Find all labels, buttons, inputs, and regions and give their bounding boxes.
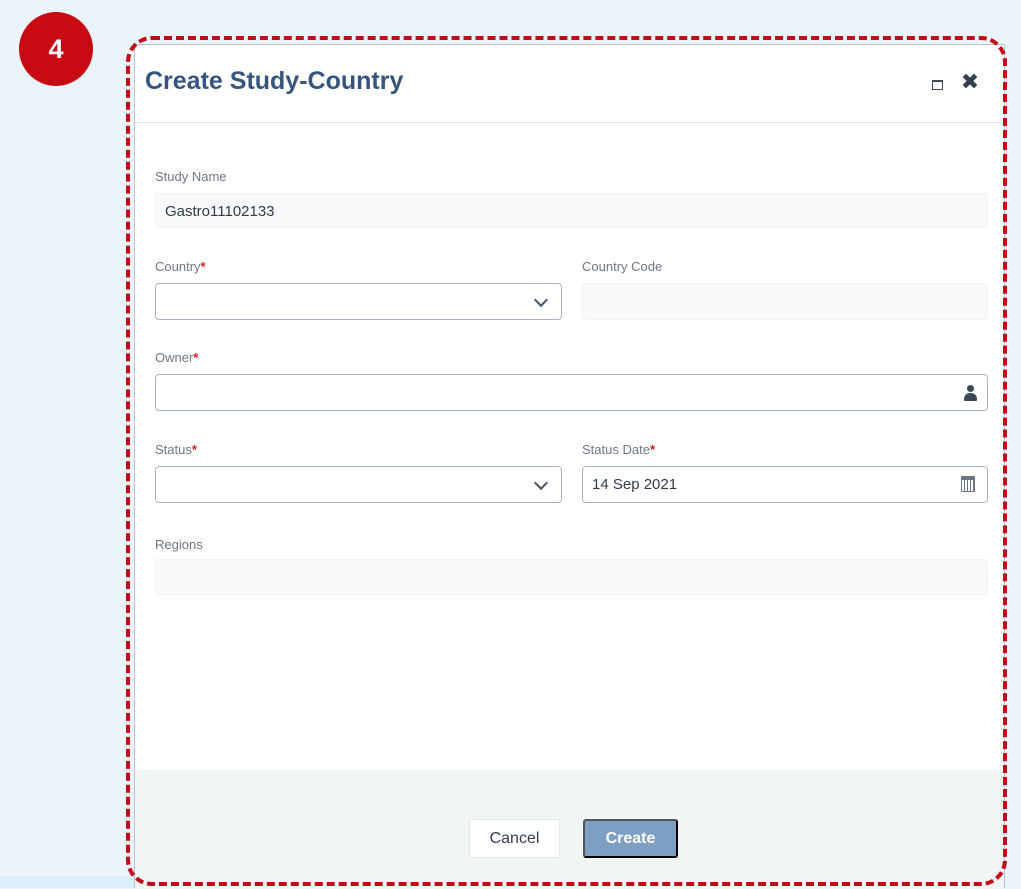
regions-label: Regions <box>155 537 203 552</box>
dialog-header: Create Study-Country ✖ <box>135 45 1004 123</box>
country-select[interactable] <box>155 283 562 320</box>
page-background-strip <box>0 876 140 888</box>
create-study-country-dialog: Create Study-Country ✖ Study Name Gastro… <box>134 44 1005 889</box>
status-date-required-mark: * <box>649 442 655 457</box>
owner-input[interactable] <box>155 374 988 411</box>
owner-label: Owner* <box>155 350 199 365</box>
status-select[interactable] <box>155 466 562 503</box>
country-code-label: Country Code <box>582 259 663 274</box>
regions-field <box>155 559 988 595</box>
status-date-value: 14 Sep 2021 <box>592 476 678 493</box>
person-icon[interactable] <box>964 385 977 402</box>
status-date-label: Status Date* <box>582 442 655 457</box>
status-required-mark: * <box>191 442 197 457</box>
cancel-button[interactable]: Cancel <box>469 819 560 858</box>
country-required-mark: * <box>200 259 206 274</box>
step-number-badge: 4 <box>19 12 93 86</box>
status-label: Status* <box>155 442 197 457</box>
country-code-field <box>582 283 988 320</box>
dialog-title: Create Study-Country <box>145 67 404 95</box>
study-name-value: Gastro11102133 <box>165 203 275 220</box>
country-label: Country* <box>155 259 206 274</box>
chevron-down-icon <box>533 292 549 308</box>
owner-required-mark: * <box>193 350 199 365</box>
person-head-shape <box>967 385 974 392</box>
chevron-down-icon <box>533 475 549 491</box>
calendar-icon[interactable] <box>961 476 975 492</box>
create-button[interactable]: Create <box>583 819 678 858</box>
person-body-shape <box>964 393 977 401</box>
maximize-icon[interactable] <box>932 80 943 90</box>
status-date-input[interactable]: 14 Sep 2021 <box>582 466 988 503</box>
dialog-footer <box>135 770 1004 889</box>
study-name-field: Gastro11102133 <box>155 193 988 228</box>
study-name-label: Study Name <box>155 169 227 184</box>
close-icon[interactable]: ✖ <box>955 65 985 101</box>
